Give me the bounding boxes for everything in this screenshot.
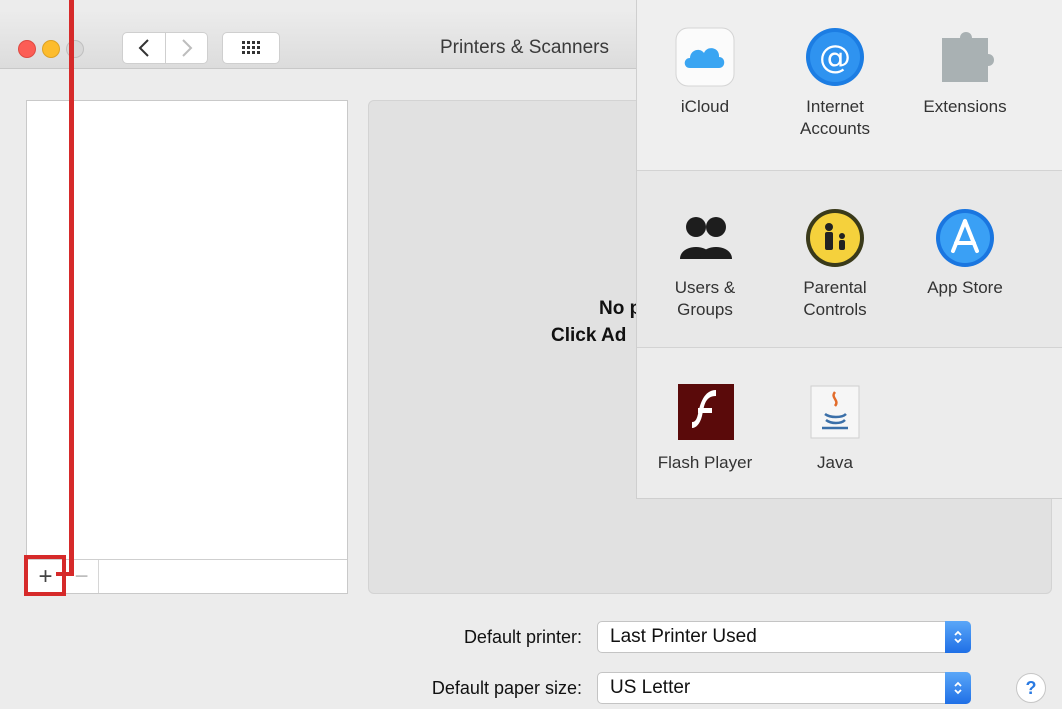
pref-extensions[interactable]: Extensions	[905, 26, 1025, 118]
forward-button[interactable]	[166, 32, 208, 64]
help-button[interactable]: ?	[1016, 673, 1046, 703]
default-paper-size-select[interactable]: US Letter	[597, 672, 971, 704]
back-button[interactable]	[122, 32, 166, 64]
printer-list[interactable]: + −	[26, 100, 348, 594]
preferences-row: Flash Player Java	[637, 348, 1062, 498]
app-store-icon	[934, 207, 996, 269]
users-groups-icon	[674, 207, 736, 269]
svg-text:@: @	[819, 38, 851, 76]
java-icon	[804, 382, 866, 444]
default-paper-size-label: Default paper size:	[431, 678, 582, 698]
preferences-row: Users & Groups Parental Controls App Sto…	[637, 171, 1062, 348]
icloud-icon	[674, 26, 736, 88]
pref-app-store[interactable]: App Store	[905, 207, 1025, 299]
printer-list-toolbar: + −	[27, 559, 347, 593]
annotation-line	[69, 0, 74, 576]
chevron-left-icon	[138, 39, 149, 57]
default-printer-value: Last Printer Used	[610, 626, 757, 647]
popup-arrows-icon	[945, 621, 971, 653]
chevron-right-icon	[181, 39, 192, 57]
minimize-window-button[interactable]	[42, 40, 60, 58]
default-paper-size-value: US Letter	[610, 677, 691, 698]
show-all-button[interactable]	[222, 32, 280, 64]
grid-icon	[242, 41, 260, 54]
preferences-row: iCloud @ Internet Accounts Extensions	[637, 0, 1062, 171]
default-printer-select[interactable]: Last Printer Used	[597, 621, 971, 653]
default-printer-label: Default printer:	[463, 627, 582, 647]
popup-arrows-icon	[945, 672, 971, 704]
pref-users-groups[interactable]: Users & Groups	[645, 207, 765, 321]
extensions-icon	[934, 26, 996, 88]
close-window-button[interactable]	[18, 40, 36, 58]
system-preferences-panel: iCloud @ Internet Accounts Extensions Us…	[636, 0, 1062, 499]
internet-accounts-icon: @	[804, 26, 866, 88]
window-title: Printers & Scanners	[440, 37, 609, 58]
pref-internet-accounts[interactable]: @ Internet Accounts	[775, 26, 895, 140]
pref-icloud[interactable]: iCloud	[645, 26, 765, 118]
annotation-highlight-box	[24, 555, 66, 596]
pref-parental-controls[interactable]: Parental Controls	[775, 207, 895, 321]
parental-controls-icon	[804, 207, 866, 269]
add-printer-hint: Click Ad	[551, 325, 627, 346]
flash-player-icon	[674, 382, 736, 444]
pref-java[interactable]: Java	[775, 382, 895, 474]
pref-flash-player[interactable]: Flash Player	[645, 382, 765, 474]
